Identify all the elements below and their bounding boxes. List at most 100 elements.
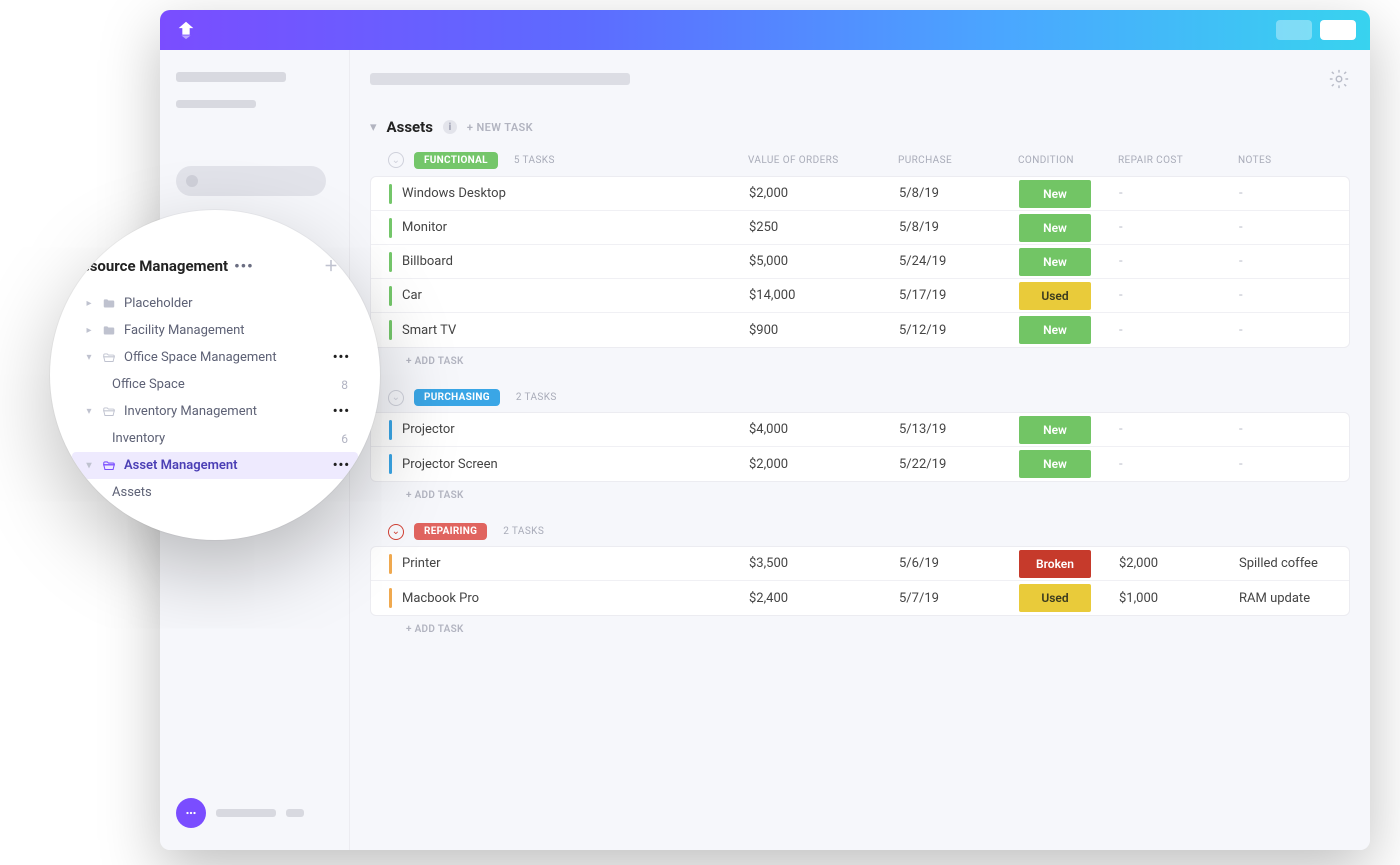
- sidebar-skeleton-2: [176, 100, 256, 108]
- sidebar-item-office-space[interactable]: Office Space 8: [72, 371, 358, 398]
- folder-icon: [102, 297, 116, 311]
- page-title-skeleton: [370, 73, 630, 85]
- chat-icon[interactable]: [176, 798, 206, 828]
- condition-badge[interactable]: New: [1019, 248, 1091, 276]
- group-repairing: ⌄ REPAIRING 2 TASKS Printer $3,500 5/6/1…: [370, 519, 1350, 643]
- condition-badge[interactable]: Broken: [1019, 550, 1091, 578]
- app-logo-icon: [174, 18, 198, 42]
- sidebar-item-placeholder[interactable]: ▸ Placeholder: [72, 290, 358, 317]
- col-notes[interactable]: NOTES: [1238, 155, 1370, 166]
- titlebar-controls: [1276, 20, 1356, 40]
- folder-open-icon: [102, 351, 116, 365]
- task-name: Projector Screen: [402, 457, 498, 472]
- collapse-icon[interactable]: ⌄: [388, 524, 404, 540]
- condition-badge[interactable]: New: [1019, 180, 1091, 208]
- sidebar-item-assets[interactable]: Assets 10: [72, 479, 358, 506]
- condition-badge[interactable]: Used: [1019, 584, 1091, 612]
- col-purchase[interactable]: PURCHASE: [898, 155, 1018, 166]
- status-badge-functional[interactable]: FUNCTIONAL: [414, 152, 498, 169]
- sidebar-item-asset-management[interactable]: ▾ Asset Management •••: [72, 452, 358, 479]
- cell-value: $900: [749, 323, 899, 338]
- table-row[interactable]: Monitor $250 5/8/19 New - -: [371, 211, 1349, 245]
- more-icon[interactable]: •••: [333, 404, 354, 419]
- cell-repair: -: [1119, 422, 1239, 437]
- table-row[interactable]: Smart TV $900 5/12/19 New - -: [371, 313, 1349, 347]
- cell-purchase: 5/17/19: [899, 288, 1019, 303]
- cell-notes: Spilled coffee: [1239, 556, 1350, 571]
- task-name: Car: [402, 288, 422, 303]
- condition-badge[interactable]: New: [1019, 316, 1091, 344]
- condition-badge[interactable]: New: [1019, 450, 1091, 478]
- collapse-icon[interactable]: ⌄: [388, 152, 404, 168]
- sidebar-item-label: Office Space Management: [124, 350, 325, 365]
- task-name: Smart TV: [402, 323, 456, 338]
- chevron-right-icon: ▸: [84, 325, 94, 336]
- add-task-button[interactable]: + ADD TASK: [370, 482, 1350, 509]
- table-row[interactable]: Macbook Pro $2,400 5/7/19 Used $1,000 RA…: [371, 581, 1349, 615]
- window-control-1[interactable]: [1276, 20, 1312, 40]
- cell-value: $5,000: [749, 254, 899, 269]
- cell-notes: -: [1239, 254, 1350, 269]
- cell-repair: -: [1119, 220, 1239, 235]
- table-row[interactable]: Windows Desktop $2,000 5/8/19 New - -: [371, 177, 1349, 211]
- table-row[interactable]: Car $14,000 5/17/19 Used - -: [371, 279, 1349, 313]
- col-value[interactable]: VALUE OF ORDERS: [748, 155, 898, 166]
- sidebar-zoom-lens: Resource Management ••• ＋ ▸ Placeholder …: [50, 210, 380, 540]
- status-badge-repairing[interactable]: REPAIRING: [414, 523, 487, 540]
- condition-badge[interactable]: Used: [1019, 282, 1091, 310]
- table-row[interactable]: Printer $3,500 5/6/19 Broken $2,000 Spil…: [371, 547, 1349, 581]
- sidebar-item-label: Assets: [112, 485, 327, 500]
- add-task-button[interactable]: + ADD TASK: [370, 616, 1350, 643]
- sidebar-item-inventory[interactable]: Inventory 6: [72, 425, 358, 452]
- cell-value: $14,000: [749, 288, 899, 303]
- chevron-down-icon: ▾: [84, 460, 94, 471]
- cell-repair: -: [1119, 254, 1239, 269]
- status-accent: [389, 184, 392, 204]
- collapse-icon[interactable]: ⌄: [388, 390, 404, 406]
- group-count: 2 TASKS: [516, 392, 557, 403]
- chevron-down-icon[interactable]: ▾: [370, 120, 377, 135]
- list-title: Assets: [387, 118, 433, 136]
- status-accent: [389, 454, 392, 474]
- task-name: Billboard: [402, 254, 453, 269]
- cell-purchase: 5/8/19: [899, 220, 1019, 235]
- chevron-down-icon: ▾: [84, 352, 94, 363]
- titlebar: [160, 10, 1370, 50]
- cell-repair: $1,000: [1119, 591, 1239, 606]
- cell-value: $4,000: [749, 422, 899, 437]
- col-repair[interactable]: REPAIR COST: [1118, 155, 1238, 166]
- cell-notes: -: [1239, 220, 1350, 235]
- status-accent: [389, 554, 392, 574]
- task-name: Projector: [402, 422, 455, 437]
- cell-purchase: 5/7/19: [899, 591, 1019, 606]
- new-task-button[interactable]: + NEW TASK: [467, 121, 533, 134]
- table-row[interactable]: Projector Screen $2,000 5/22/19 New - -: [371, 447, 1349, 481]
- cell-notes: -: [1239, 323, 1350, 338]
- space-title[interactable]: Resource Management: [72, 257, 228, 275]
- folder-open-icon: [102, 459, 116, 473]
- sidebar-search[interactable]: [176, 166, 326, 196]
- list-header: ▾ Assets i + NEW TASK: [370, 118, 1350, 136]
- add-task-button[interactable]: + ADD TASK: [370, 348, 1350, 375]
- folder-open-icon: [102, 405, 116, 419]
- table-row[interactable]: Projector $4,000 5/13/19 New - -: [371, 413, 1349, 447]
- condition-badge[interactable]: New: [1019, 214, 1091, 242]
- more-icon[interactable]: •••: [234, 257, 253, 275]
- item-count: 8: [341, 378, 354, 392]
- col-condition[interactable]: CONDITION: [1018, 155, 1118, 166]
- sidebar-item-label: Asset Management: [124, 458, 325, 473]
- sidebar-item-office-space-management[interactable]: ▾ Office Space Management •••: [72, 344, 358, 371]
- window-control-2[interactable]: [1320, 20, 1356, 40]
- cell-purchase: 5/12/19: [899, 323, 1019, 338]
- sidebar-item-inventory-management[interactable]: ▾ Inventory Management •••: [72, 398, 358, 425]
- cell-value: $2,400: [749, 591, 899, 606]
- sidebar-item-label: Office Space: [112, 377, 333, 392]
- status-badge-purchasing[interactable]: PURCHASING: [414, 389, 500, 406]
- more-icon[interactable]: •••: [333, 350, 354, 365]
- table-row[interactable]: Billboard $5,000 5/24/19 New - -: [371, 245, 1349, 279]
- settings-gear-icon[interactable]: [1328, 68, 1350, 90]
- condition-badge[interactable]: New: [1019, 416, 1091, 444]
- cell-value: $3,500: [749, 556, 899, 571]
- sidebar-item-facility-management[interactable]: ▸ Facility Management: [72, 317, 358, 344]
- info-icon[interactable]: i: [443, 120, 457, 134]
